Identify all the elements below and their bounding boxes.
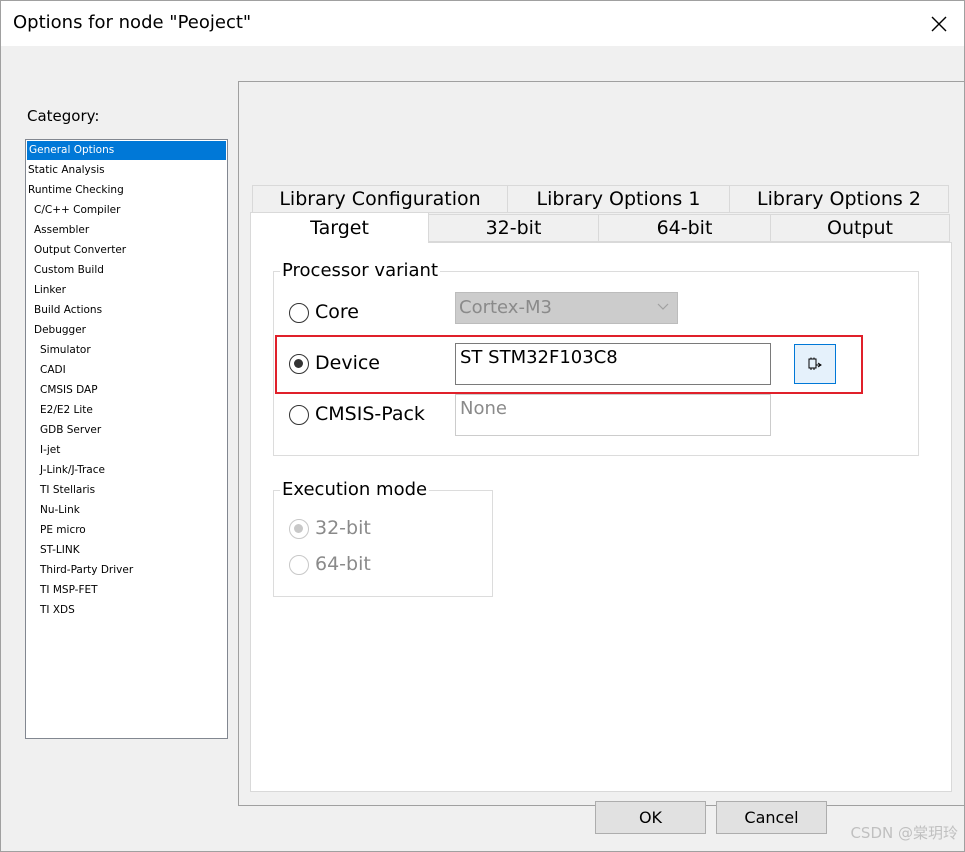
category-item-simulator[interactable]: Simulator [40, 341, 91, 360]
cancel-button[interactable]: Cancel [716, 801, 827, 834]
device-field[interactable]: ST STM32F103C8 [455, 343, 771, 385]
category-item-output-converter[interactable]: Output Converter [34, 241, 126, 260]
category-list[interactable]: General Options Static Analysis Runtime … [25, 139, 228, 739]
core-label[interactable]: Core [315, 301, 359, 323]
chevron-down-icon [657, 303, 669, 310]
tab-target[interactable]: Target [250, 212, 429, 243]
device-label[interactable]: Device [315, 352, 380, 374]
execution-32-bit-radio[interactable] [289, 519, 309, 539]
category-item-j-link-j-trace[interactable]: J-Link/J-Trace [40, 461, 105, 480]
category-item-pe-micro[interactable]: PE micro [40, 521, 86, 540]
category-item-build-actions[interactable]: Build Actions [34, 301, 102, 320]
tab-32-bit[interactable]: 32-bit [428, 214, 599, 242]
core-select-value: Cortex-M3 [459, 297, 552, 318]
category-item-cmsis-dap[interactable]: CMSIS DAP [40, 381, 98, 400]
tab-output[interactable]: Output [770, 214, 950, 242]
execution-64-bit-label: 64-bit [315, 553, 371, 575]
tab-library-configuration[interactable]: Library Configuration [252, 185, 508, 213]
tab-library-options-2[interactable]: Library Options 2 [729, 185, 949, 213]
category-item-third-party-driver[interactable]: Third-Party Driver [40, 561, 133, 580]
title-bar: Options for node "Peoject" [1, 1, 964, 46]
execution-mode-group [273, 490, 493, 597]
close-icon [931, 16, 947, 31]
execution-64-bit-radio[interactable] [289, 555, 309, 575]
execution-mode-title: Execution mode [280, 479, 430, 500]
category-item-e2-e2-lite[interactable]: E2/E2 Lite [40, 401, 93, 420]
tab-library-options-1[interactable]: Library Options 1 [507, 185, 730, 213]
category-item-ti-msp-fet[interactable]: TI MSP-FET [40, 581, 98, 600]
category-item-debugger[interactable]: Debugger [34, 321, 86, 340]
category-item-custom-build[interactable]: Custom Build [34, 261, 104, 280]
cmsis-pack-field: None [455, 394, 771, 436]
processor-variant-title: Processor variant [280, 260, 440, 281]
category-item-st-link[interactable]: ST-LINK [40, 541, 80, 560]
watermark: CSDN @棠玥玲 [850, 824, 958, 842]
category-item-ti-stellaris[interactable]: TI Stellaris [40, 481, 95, 500]
category-item-gdb-server[interactable]: GDB Server [40, 421, 101, 440]
category-item-nu-link[interactable]: Nu-Link [40, 501, 80, 520]
category-item-general-options[interactable]: General Options [27, 141, 226, 160]
category-item-i-jet[interactable]: I-jet [40, 441, 60, 460]
dialog-title: Options for node "Peoject" [13, 12, 252, 33]
ok-button[interactable]: OK [595, 801, 706, 834]
category-item-ti-xds[interactable]: TI XDS [40, 601, 75, 620]
category-label: Category: [27, 107, 100, 125]
device-radio[interactable] [289, 354, 309, 374]
category-item-runtime-checking[interactable]: Runtime Checking [28, 181, 124, 200]
category-item-assembler[interactable]: Assembler [34, 221, 89, 240]
category-item-c-cpp-compiler[interactable]: C/C++ Compiler [34, 201, 120, 220]
core-select: Cortex-M3 [455, 292, 678, 324]
category-item-cadi[interactable]: CADI [40, 361, 66, 380]
category-item-linker[interactable]: Linker [34, 281, 66, 300]
options-dialog: Options for node "Peoject" Category: Gen… [0, 0, 965, 852]
select-device-button[interactable] [794, 344, 836, 384]
cmsis-pack-radio[interactable] [289, 405, 309, 425]
cmsis-pack-label[interactable]: CMSIS-Pack [315, 403, 425, 425]
close-button[interactable] [914, 1, 964, 46]
execution-32-bit-label: 32-bit [315, 517, 371, 539]
category-item-static-analysis[interactable]: Static Analysis [28, 161, 105, 180]
tab-64-bit[interactable]: 64-bit [598, 214, 771, 242]
core-radio[interactable] [289, 303, 309, 323]
device-select-icon [808, 357, 822, 370]
